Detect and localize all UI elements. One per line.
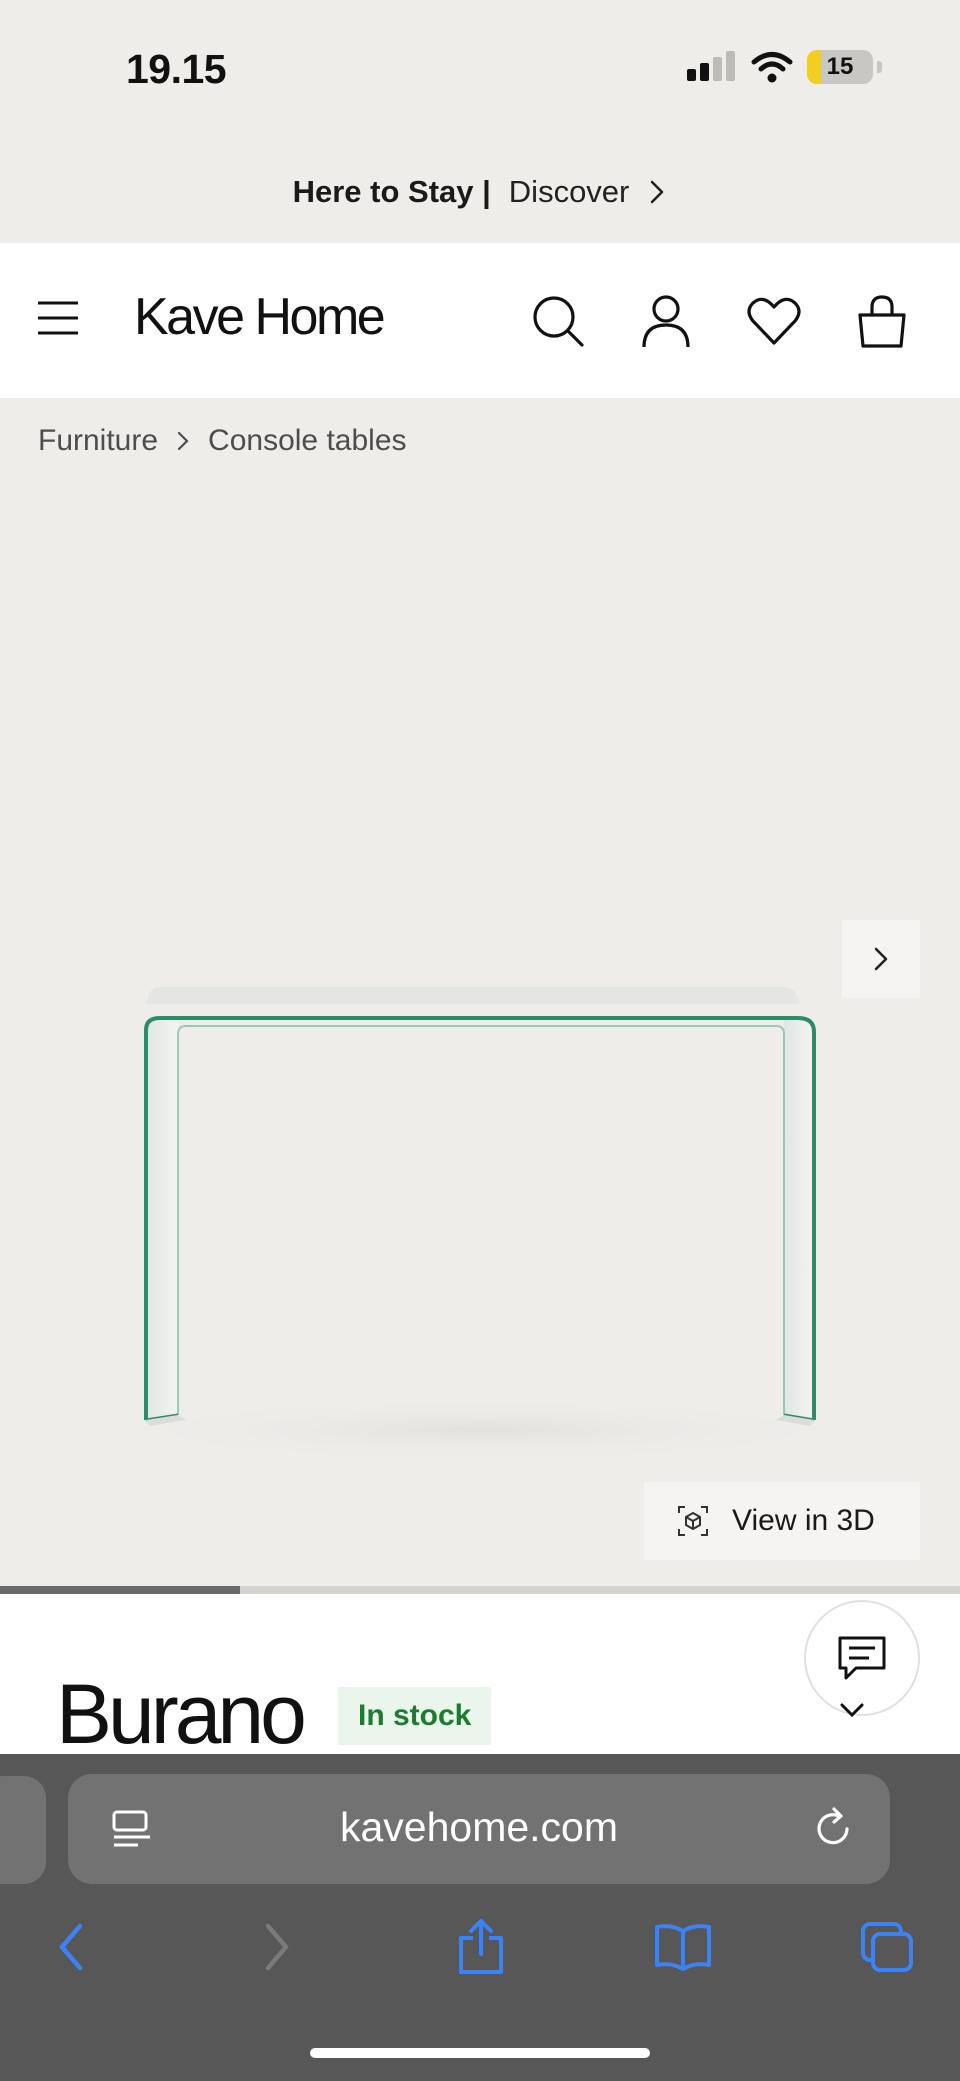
promo-discover-link[interactable]: Discover [509, 174, 630, 210]
browser-toolbar: kavehome.com [0, 1754, 960, 2081]
reload-icon[interactable] [810, 1806, 856, 1852]
chevron-right-icon [651, 180, 664, 204]
breadcrumb-furniture[interactable]: Furniture [38, 424, 158, 458]
status-bar: 19.15 15 [0, 0, 960, 150]
gallery-progress-bar [0, 1586, 960, 1594]
promo-highlight: Here to Stay | [292, 174, 491, 209]
account-icon[interactable] [638, 293, 694, 349]
signal-icon [687, 51, 735, 81]
chevron-down-icon[interactable] [838, 1700, 866, 1720]
product-gallery[interactable]: View in 3D [0, 470, 960, 1588]
chevron-right-icon [874, 947, 888, 971]
chat-button[interactable] [804, 1600, 920, 1716]
gallery-next-button[interactable] [842, 920, 920, 998]
shopping-bag-icon[interactable] [854, 293, 910, 349]
status-icons: 15 [687, 50, 882, 84]
home-indicator [310, 2048, 650, 2058]
bookmarks-button[interactable] [648, 1912, 718, 1982]
search-icon[interactable] [530, 293, 586, 349]
menu-icon[interactable] [36, 299, 80, 337]
site-header: Kave Home [0, 243, 960, 398]
share-button[interactable] [446, 1912, 516, 1982]
wishlist-heart-icon[interactable] [746, 293, 802, 349]
tabs-icon [861, 1922, 913, 1972]
promo-banner[interactable]: Here to Stay | Discover [0, 160, 960, 224]
battery-icon: 15 [807, 50, 873, 84]
status-time: 19.15 [126, 46, 227, 92]
chat-bubble-icon [838, 1636, 886, 1680]
wifi-icon [751, 52, 793, 83]
url-text[interactable]: kavehome.com [68, 1804, 890, 1851]
cube-3d-icon [678, 1506, 708, 1536]
chevron-right-icon [265, 1923, 289, 1971]
chevron-left-icon [59, 1923, 83, 1971]
back-button[interactable] [36, 1912, 106, 1982]
forward-button[interactable] [242, 1912, 312, 1982]
product-name: Burano [56, 1667, 307, 1761]
book-icon [655, 1924, 711, 1971]
chevron-right-icon [177, 431, 189, 451]
tabs-button[interactable] [852, 1912, 922, 1982]
breadcrumb: Furniture Console tables [38, 424, 407, 458]
address-bar[interactable]: kavehome.com [68, 1774, 890, 1884]
view-in-3d-label: View in 3D [732, 1504, 875, 1537]
previous-tab-preview[interactable] [0, 1776, 46, 1884]
breadcrumb-console-tables[interactable]: Console tables [208, 424, 406, 458]
gallery-progress-fill [0, 1586, 240, 1594]
stock-badge: In stock [338, 1687, 492, 1745]
view-in-3d-button[interactable]: View in 3D [644, 1482, 920, 1560]
product-image [102, 987, 862, 1462]
brand-logo[interactable]: Kave Home [134, 287, 386, 347]
share-icon [459, 1919, 503, 1974]
